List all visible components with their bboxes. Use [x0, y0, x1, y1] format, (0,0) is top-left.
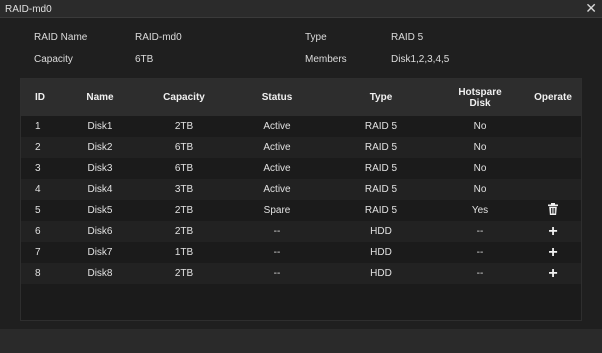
cell-status: Active [263, 163, 291, 174]
raid-name-value: RAID-md0 [135, 32, 182, 43]
cell-id: 2 [35, 142, 41, 153]
members-value: Disk1,2,3,4,5 [391, 54, 450, 65]
cell-capacity: 2TB [174, 268, 194, 279]
cell-operate [525, 158, 581, 179]
cell-capacity: 6TB [174, 163, 194, 174]
members-label: Members [305, 54, 347, 65]
table-row: 5 Disk5 2TB Spare RAID 5 Yes [21, 200, 581, 221]
cell-hotspare: No [473, 163, 487, 174]
cell-type: HDD [370, 226, 392, 237]
cell-type: RAID 5 [364, 163, 398, 174]
cell-capacity: 1TB [174, 247, 194, 258]
cell-type: RAID 5 [364, 142, 398, 153]
cell-hotspare: No [473, 142, 487, 153]
cell-capacity: 3TB [174, 184, 194, 195]
table-row: 3 Disk3 6TB Active RAID 5 No [21, 158, 581, 179]
header-id: ID [35, 92, 45, 103]
cell-type: RAID 5 [364, 121, 398, 132]
cell-hotspare: -- [476, 247, 484, 258]
cell-type: RAID 5 [364, 205, 398, 216]
cell-type: HDD [370, 268, 392, 279]
cell-id: 4 [35, 184, 41, 195]
cell-hotspare: -- [476, 268, 484, 279]
header-capacity: Capacity [163, 92, 205, 103]
cell-operate: + [525, 242, 581, 263]
dialog-title: RAID-md0 [5, 4, 52, 15]
cell-name: Disk1 [87, 121, 113, 132]
cell-type: RAID 5 [364, 184, 398, 195]
cell-name: Disk7 [87, 247, 113, 258]
cell-status: -- [273, 268, 281, 279]
cell-id: 1 [35, 121, 41, 132]
raid-name-label: RAID Name [34, 32, 88, 43]
cell-hotspare: -- [476, 226, 484, 237]
cell-id: 5 [35, 205, 41, 216]
dialog-footer [0, 329, 602, 353]
table-row: 6 Disk6 2TB -- HDD -- + [21, 221, 581, 242]
header-operate: Operate [534, 92, 572, 103]
cell-status: -- [273, 247, 281, 258]
cell-id: 7 [35, 247, 41, 258]
cell-name: Disk2 [87, 142, 113, 153]
capacity-value: 6TB [135, 54, 154, 65]
cell-name: Disk6 [87, 226, 113, 237]
disk-table: ID Name Capacity Status Type Hotspare Di… [20, 78, 582, 321]
cell-name: Disk5 [87, 205, 113, 216]
table-row: 8 Disk8 2TB -- HDD -- + [21, 263, 581, 284]
cell-operate [525, 137, 581, 158]
table-row: 4 Disk4 3TB Active RAID 5 No [21, 179, 581, 200]
cell-id: 3 [35, 163, 41, 174]
cell-operate [525, 200, 581, 221]
cell-type: HDD [370, 247, 392, 258]
cell-hotspare: No [473, 121, 487, 132]
raid-info-section: RAID Name RAID-md0 Type RAID 5 Capacity … [0, 19, 602, 74]
cell-hotspare: Yes [471, 205, 489, 216]
table-row: 2 Disk2 6TB Active RAID 5 No [21, 137, 581, 158]
close-icon[interactable]: ✕ [585, 1, 597, 15]
cell-status: Active [263, 184, 291, 195]
header-type: Type [369, 92, 393, 103]
cell-operate [525, 116, 581, 137]
plus-icon[interactable]: + [548, 265, 557, 282]
cell-name: Disk3 [87, 163, 113, 174]
trash-icon[interactable] [548, 203, 558, 218]
cell-operate: + [525, 221, 581, 242]
cell-name: Disk8 [87, 268, 113, 279]
table-header: ID Name Capacity Status Type Hotspare Di… [21, 79, 581, 116]
table-row: 7 Disk7 1TB -- HDD -- + [21, 242, 581, 263]
header-hotspare: Hotspare Disk [458, 86, 502, 109]
cell-id: 8 [35, 268, 41, 279]
cell-hotspare: No [473, 184, 487, 195]
plus-icon[interactable]: + [548, 223, 557, 240]
capacity-label: Capacity [34, 54, 73, 65]
cell-operate [525, 179, 581, 200]
cell-capacity: 2TB [174, 121, 194, 132]
cell-operate: + [525, 263, 581, 284]
cell-id: 6 [35, 226, 41, 237]
cell-status: -- [273, 226, 281, 237]
cell-capacity: 2TB [174, 205, 194, 216]
type-value: RAID 5 [391, 32, 424, 43]
plus-icon[interactable]: + [548, 244, 557, 261]
cell-status: Active [263, 121, 291, 132]
type-label: Type [305, 32, 327, 43]
cell-capacity: 2TB [174, 226, 194, 237]
header-status: Status [261, 92, 293, 103]
header-name: Name [86, 92, 114, 103]
cell-status: Active [263, 142, 291, 153]
table-row: 1 Disk1 2TB Active RAID 5 No [21, 116, 581, 137]
cell-name: Disk4 [87, 184, 113, 195]
cell-capacity: 6TB [174, 142, 194, 153]
cell-status: Spare [263, 205, 291, 216]
dialog-titlebar: RAID-md0 ✕ [0, 0, 602, 18]
